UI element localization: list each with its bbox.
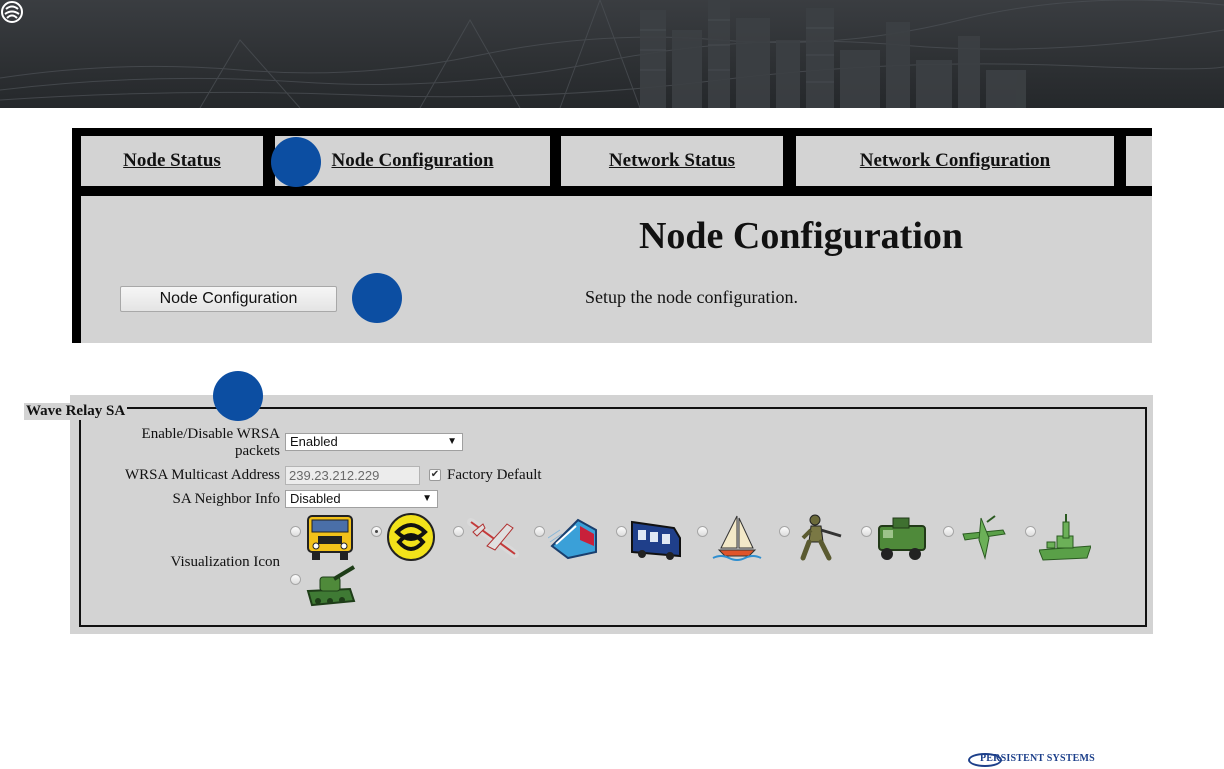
icon-radio-selected[interactable] bbox=[371, 526, 382, 537]
train-icon[interactable] bbox=[548, 512, 600, 562]
multicast-address-input[interactable]: 239.23.212.229 bbox=[285, 466, 420, 485]
neighbor-info-label: SA Neighbor Info bbox=[172, 491, 281, 507]
icon-radio[interactable] bbox=[1025, 526, 1036, 537]
persistent-knot-icon[interactable] bbox=[385, 512, 437, 562]
school-bus-icon[interactable] bbox=[304, 512, 356, 562]
node-configuration-button[interactable]: Node Configuration bbox=[120, 286, 337, 312]
factory-default-checkbox[interactable]: ✔ bbox=[429, 469, 441, 481]
icon-radio[interactable] bbox=[779, 526, 790, 537]
enable-wrsa-select[interactable]: Enabled ▼ bbox=[285, 433, 463, 451]
icon-radio[interactable] bbox=[290, 574, 301, 585]
icon-radio[interactable] bbox=[861, 526, 872, 537]
visualization-icon-label: Visualization Icon bbox=[170, 554, 280, 570]
icon-radio[interactable] bbox=[453, 526, 464, 537]
marker-dot bbox=[271, 137, 321, 187]
marker-dot bbox=[352, 273, 402, 323]
icon-radio[interactable] bbox=[697, 526, 708, 537]
page-title: Node Configuration bbox=[638, 215, 964, 257]
persistent-systems-logo: PERSISTENT SYSTEMS bbox=[968, 751, 1118, 769]
persistent-logo-icon bbox=[1, 1, 23, 23]
enable-wrsa-label: Enable/Disable WRSA packets bbox=[141, 426, 280, 459]
icon-radio[interactable] bbox=[943, 526, 954, 537]
dropdown-arrow-icon: ▼ bbox=[447, 436, 457, 447]
tab-network-configuration[interactable]: Network Configuration bbox=[796, 136, 1114, 186]
dropdown-arrow-icon: ▼ bbox=[422, 493, 432, 504]
wrsa-legend: Wave Relay SA bbox=[24, 403, 128, 420]
icon-radio[interactable] bbox=[534, 526, 545, 537]
drone-icon[interactable] bbox=[957, 512, 1009, 562]
neighbor-info-select[interactable]: Disabled ▼ bbox=[285, 490, 438, 508]
city-skyline-graphic bbox=[0, 0, 1224, 108]
humvee-icon[interactable] bbox=[875, 512, 927, 562]
factory-default-label: Factory Default bbox=[447, 467, 542, 483]
bus-icon[interactable] bbox=[630, 512, 682, 562]
warship-icon[interactable] bbox=[1039, 512, 1091, 562]
content-area: Node Configuration Node Configuration Se… bbox=[81, 196, 1152, 343]
sailboat-icon[interactable] bbox=[711, 512, 763, 562]
tab-node-status[interactable]: Node Status bbox=[81, 136, 263, 186]
header-banner bbox=[0, 0, 1224, 108]
soldier-icon[interactable] bbox=[793, 512, 845, 562]
multicast-label: WRSA Multicast Address bbox=[124, 467, 280, 483]
config-panel: Node Status Node Configuration Network S… bbox=[72, 128, 1152, 343]
icon-radio[interactable] bbox=[290, 526, 301, 537]
tab-more[interactable] bbox=[1126, 136, 1152, 186]
icon-radio[interactable] bbox=[616, 526, 627, 537]
marker-dot bbox=[213, 371, 263, 421]
config-description: Setup the node configuration. bbox=[585, 287, 798, 307]
tab-network-status[interactable]: Network Status bbox=[561, 136, 783, 186]
tank-icon[interactable] bbox=[304, 561, 356, 611]
airplane-icon[interactable] bbox=[467, 512, 519, 562]
